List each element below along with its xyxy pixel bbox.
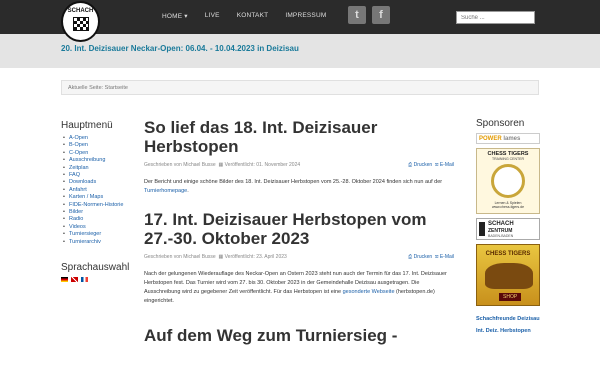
sponsor-chess-tigers-training[interactable]: CHESS TIGERS TRAINING CENTER Lernen & Sp… (476, 148, 540, 214)
article-text: Der Bericht und einige schöne Bilder des… (144, 179, 443, 185)
sponsor-text: POWER (479, 136, 502, 142)
menu-item[interactable]: Turnierarchiv (61, 239, 133, 247)
menu-item[interactable]: Radio (61, 216, 133, 224)
article-author: Geschrieben von Michael Busse (144, 254, 216, 260)
menu-item[interactable]: Turniersieger (61, 231, 133, 239)
menu-item[interactable]: B-Open (61, 142, 133, 150)
article-date: Veröffentlicht: 01. November 2024 (224, 162, 301, 168)
sponsors-title: Sponsoren (476, 118, 525, 129)
english-flag-icon[interactable] (71, 277, 78, 283)
tiger-logo-icon (491, 164, 525, 198)
menu-item[interactable]: Ausschreibung (61, 157, 133, 165)
sponsor-power-games[interactable]: POWER lames (476, 133, 540, 144)
search-input[interactable] (456, 11, 535, 24)
article: 17. Int. Deizisauer Herbstopen vom 27.-3… (144, 210, 454, 306)
menu-item[interactable]: A-Open (61, 135, 133, 143)
nav-live[interactable]: LIVE (205, 12, 220, 20)
email-link[interactable]: E-Mail (440, 162, 454, 168)
article: Auf dem Weg zum Turniersieg - (144, 326, 454, 345)
sponsor-links: Schachfreunde Deizisau Int. Deiz. Herbst… (476, 316, 540, 335)
sponsor-schachzentrum[interactable]: SCHACH ZENTRUM BADEN-BADEN (476, 218, 540, 240)
main-menu: A-Open B-Open C-Open Ausschreibung Zeitp… (61, 135, 133, 247)
email-icon[interactable]: ✉ (435, 162, 438, 168)
left-sidebar: Hauptmenü A-Open B-Open C-Open Ausschrei… (61, 120, 133, 283)
sponsor-text: TRAINING CENTER (491, 157, 525, 161)
calendar-icon: ▦ (218, 254, 224, 260)
breadcrumb: Aktuelle Seite: Startseite (61, 80, 539, 95)
sponsor-text: SCHACH (488, 221, 514, 227)
menu-item[interactable]: Bilder (61, 209, 133, 217)
chess-piece-icon (479, 222, 485, 236)
sponsor-text: CHESS TIGERS (485, 251, 531, 257)
article-title[interactable]: 17. Int. Deizisauer Herbstopen vom 27.-3… (144, 210, 454, 248)
article-title[interactable]: Auf dem Weg zum Turniersieg - (144, 326, 454, 345)
article-meta: Geschrieben von Michael Busse ▦ Veröffen… (144, 162, 454, 168)
sponsor-text: BADEN-BADEN (488, 234, 514, 238)
menu-item[interactable]: Karten / Maps (61, 194, 133, 202)
menu-item[interactable]: Videos (61, 224, 133, 232)
article-text-end: . (187, 188, 189, 194)
print-icon[interactable]: ⎙ (408, 162, 412, 168)
menu-item[interactable]: Zeitplan (61, 165, 133, 173)
language-flags (61, 277, 133, 283)
sponsor-chess-tigers-shop[interactable]: CHESS TIGERS SHOP (476, 244, 540, 306)
main-menu-title: Hauptmenü (61, 120, 113, 131)
tiger-icon (485, 263, 533, 289)
menu-item[interactable]: Anfahrt (61, 187, 133, 195)
main-content: So lief das 18. Int. Deizisauer Herbstop… (144, 118, 454, 345)
email-icon[interactable]: ✉ (435, 254, 438, 260)
article-link[interactable]: Turnierhomepage (144, 188, 187, 194)
language-title: Sprachauswahl (61, 262, 130, 274)
french-flag-icon[interactable] (81, 277, 88, 283)
menu-item[interactable]: FAQ (61, 172, 133, 180)
calendar-icon: ▦ (218, 162, 224, 168)
sponsor-text: SHOP (499, 293, 522, 301)
article-meta: Geschrieben von Michael Busse ▦ Veröffen… (144, 254, 454, 260)
chessboard-icon (73, 17, 89, 31)
sponsor-text: lames (503, 136, 521, 142)
sponsor-link[interactable]: Int. Deiz. Herbstopen (476, 328, 540, 335)
article-title[interactable]: So lief das 18. Int. Deizisauer Herbstop… (144, 118, 454, 156)
menu-item[interactable]: C-Open (61, 150, 133, 158)
facebook-icon[interactable]: f (372, 6, 390, 24)
right-sidebar: Sponsoren POWER lames CHESS TIGERS TRAIN… (476, 118, 540, 340)
article-body: Der Bericht und einige schöne Bilder des… (144, 178, 454, 196)
main-nav: HOME ▾ LIVE KONTAKT IMPRESSUM (162, 12, 326, 20)
article-date: Veröffentlicht: 23. April 2023 (224, 254, 287, 260)
email-link[interactable]: E-Mail (440, 254, 454, 260)
german-flag-icon[interactable] (61, 277, 68, 283)
article: So lief das 18. Int. Deizisauer Herbstop… (144, 118, 454, 196)
print-link[interactable]: Drucken (414, 162, 433, 168)
print-icon[interactable]: ⎙ (408, 254, 412, 260)
twitter-icon[interactable]: t (348, 6, 366, 24)
menu-item[interactable]: Downloads (61, 179, 133, 187)
sponsor-link[interactable]: Schachfreunde Deizisau (476, 316, 540, 323)
nav-kontakt[interactable]: KONTAKT (237, 12, 269, 20)
logo-text: SCHACH (67, 8, 94, 14)
article-link[interactable]: gesonderte Webseite (343, 289, 395, 295)
club-logo[interactable]: SCHACH (61, 1, 100, 42)
nav-impressum[interactable]: IMPRESSUM (285, 12, 326, 20)
event-banner-title[interactable]: 20. Int. Deizisauer Neckar-Open: 06.04. … (61, 44, 299, 53)
article-author: Geschrieben von Michael Busse (144, 162, 216, 168)
sponsor-text: www.chess-tigers.de (491, 205, 525, 209)
print-link[interactable]: Drucken (414, 254, 433, 260)
menu-item[interactable]: FIDE-Normen-Historie (61, 202, 133, 210)
article-body: Nach der gelungenen Wiederauflage des Ne… (144, 270, 454, 306)
nav-home[interactable]: HOME ▾ (162, 12, 188, 20)
